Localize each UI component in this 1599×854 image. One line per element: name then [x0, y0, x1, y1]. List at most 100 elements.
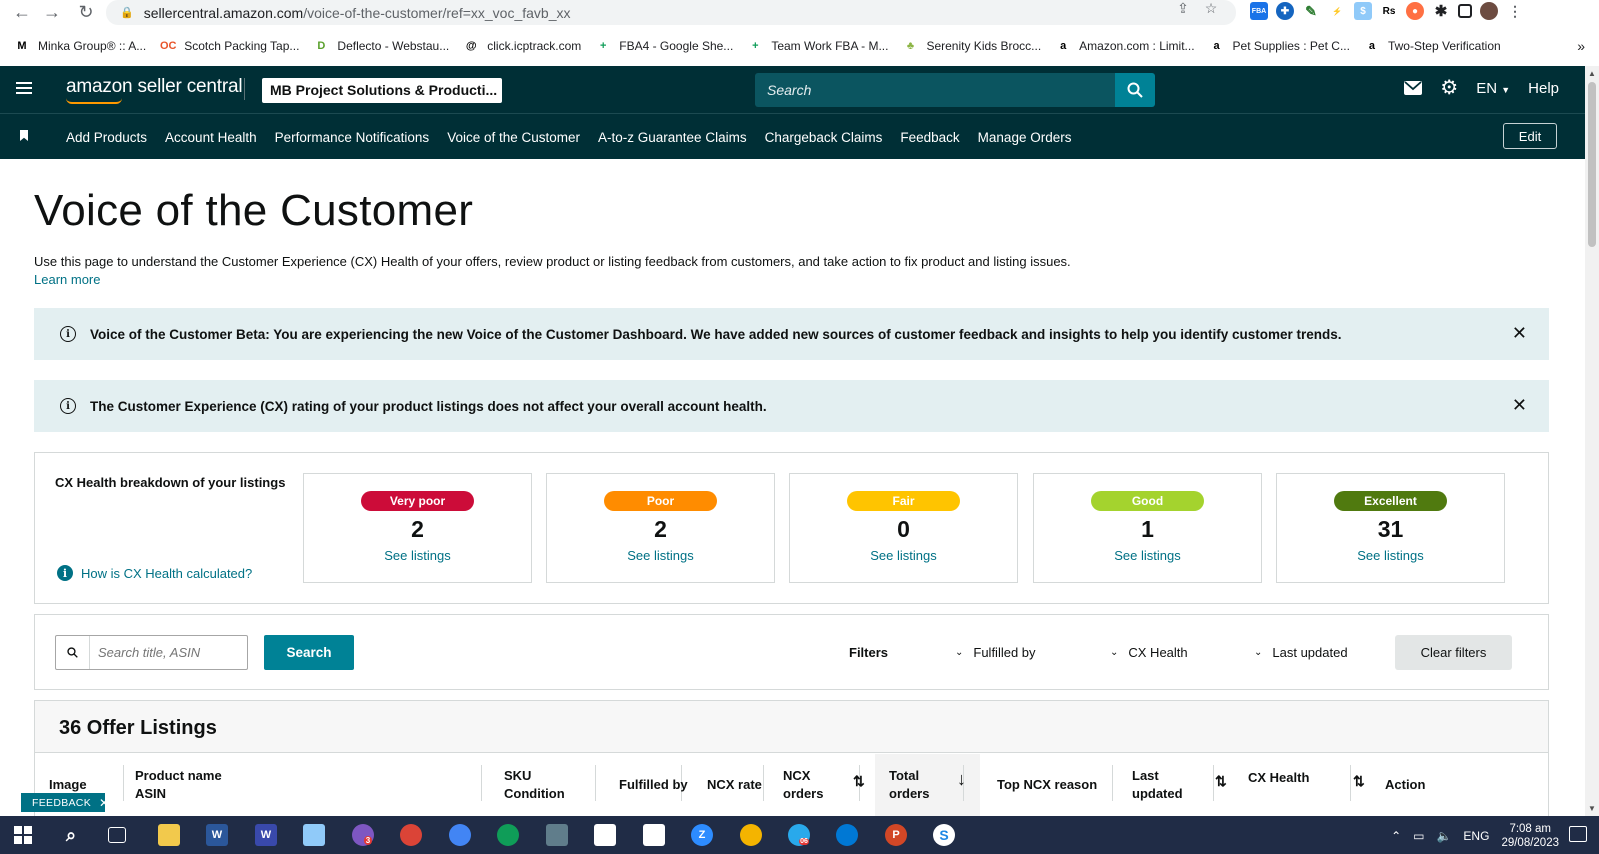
- column-header-action[interactable]: Action: [1385, 776, 1425, 794]
- language-indicator[interactable]: ENG: [1463, 829, 1489, 843]
- fulfilled-by-dropdown[interactable]: ⌄ Fulfilled by: [955, 645, 1036, 660]
- column-header-image[interactable]: Image: [49, 776, 87, 794]
- close-icon[interactable]: ✕: [1512, 323, 1527, 344]
- notes-icon[interactable]: [303, 824, 325, 846]
- mail-icon[interactable]: [1404, 81, 1423, 95]
- zoom-icon[interactable]: Z: [691, 824, 713, 846]
- help-link[interactable]: Help: [1528, 80, 1559, 97]
- back-icon[interactable]: ←: [8, 2, 36, 23]
- bookmark-item[interactable]: a Two-Step Verification: [1364, 38, 1501, 54]
- notifications-icon[interactable]: [1569, 826, 1587, 842]
- chevron-up-icon[interactable]: ⌃: [1391, 829, 1401, 843]
- edge-icon[interactable]: [836, 824, 858, 846]
- sort-icon[interactable]: ⇅: [1215, 773, 1227, 790]
- bookmark-item[interactable]: + FBA4 - Google She...: [595, 38, 733, 54]
- chart-app-icon[interactable]: [643, 824, 665, 846]
- share-icon[interactable]: ⇪: [1172, 0, 1194, 17]
- column-header-cx-health[interactable]: CX Health: [1248, 769, 1309, 787]
- sort-descending-icon[interactable]: ↓: [957, 769, 966, 790]
- file-explorer-icon[interactable]: [158, 824, 180, 846]
- reload-icon[interactable]: ↻: [72, 2, 100, 23]
- hamburger-menu-icon[interactable]: [16, 82, 32, 97]
- bookmark-item[interactable]: D Deflecto - Webstau...: [313, 38, 449, 54]
- language-selector[interactable]: EN ▼: [1476, 80, 1510, 97]
- volume-icon[interactable]: 🔈: [1436, 829, 1451, 843]
- scroll-up-icon[interactable]: ▲: [1588, 69, 1596, 78]
- bookmark-item[interactable]: @ click.icptrack.com: [463, 38, 581, 54]
- task-view-icon[interactable]: [108, 827, 126, 843]
- rs-extension-icon[interactable]: Rs: [1380, 2, 1398, 20]
- nav-item-feedback[interactable]: Feedback: [900, 130, 959, 145]
- column-header-top-ncx-reason[interactable]: Top NCX reason: [997, 776, 1097, 794]
- search-icon[interactable]: ⌕: [60, 824, 82, 846]
- bookmark-item[interactable]: + Team Work FBA - M...: [747, 38, 888, 54]
- see-listings-link[interactable]: See listings: [1277, 548, 1504, 563]
- column-header-total[interactable]: Total orders: [889, 767, 929, 803]
- see-listings-link[interactable]: See listings: [790, 548, 1017, 563]
- bookmark-icon[interactable]: [20, 130, 28, 141]
- network-icon[interactable]: ▭: [1413, 829, 1424, 843]
- clock[interactable]: 7:08 am 29/08/2023: [1501, 822, 1559, 850]
- powerpoint-icon[interactable]: P: [885, 824, 907, 846]
- learn-more-link[interactable]: Learn more: [34, 272, 100, 287]
- bookmark-item[interactable]: ♣ Serenity Kids Brocc...: [902, 38, 1041, 54]
- telegram-icon[interactable]: 06: [788, 824, 810, 846]
- clear-filters-button[interactable]: Clear filters: [1395, 635, 1512, 670]
- calculator-icon[interactable]: [546, 824, 568, 846]
- column-header-fulfilled-by[interactable]: Fulfilled by: [619, 776, 688, 794]
- chrome-icon[interactable]: [400, 824, 422, 846]
- last-updated-dropdown[interactable]: ⌄ Last updated: [1254, 645, 1348, 660]
- bookmark-item[interactable]: a Pet Supplies : Pet C...: [1209, 38, 1349, 54]
- menu-kebab-icon[interactable]: ⋮: [1506, 2, 1524, 20]
- nav-item-voice-of-the-customer[interactable]: Voice of the Customer: [447, 130, 580, 145]
- bookmark-item[interactable]: M Minka Group® :: A...: [14, 38, 146, 54]
- app-icon[interactable]: S: [933, 824, 955, 846]
- profile-avatar[interactable]: [1480, 2, 1498, 20]
- column-header-last[interactable]: Last updated: [1132, 767, 1183, 803]
- bookmark-item[interactable]: OC Scotch Packing Tap...: [160, 38, 299, 54]
- column-header-ncx[interactable]: NCX orders: [783, 767, 823, 803]
- page-scrollbar[interactable]: ▲ ▼: [1585, 66, 1599, 816]
- account-switcher[interactable]: MB Project Solutions & Producti...: [262, 78, 502, 103]
- edit-nav-button[interactable]: Edit: [1503, 123, 1557, 149]
- bookmark-item[interactable]: a Amazon.com : Limit...: [1055, 38, 1194, 54]
- close-icon[interactable]: ✕: [1512, 395, 1527, 416]
- close-icon[interactable]: ✕: [99, 796, 109, 810]
- extension-icon[interactable]: ●: [1406, 2, 1424, 20]
- scroll-thumb[interactable]: [1588, 82, 1596, 247]
- header-search-input[interactable]: Search: [755, 73, 1115, 107]
- see-listings-link[interactable]: See listings: [304, 548, 531, 563]
- forward-icon[interactable]: →: [38, 2, 66, 23]
- extension-icon[interactable]: ⚡: [1328, 2, 1346, 20]
- word-icon[interactable]: W: [206, 824, 228, 846]
- chart-app-icon[interactable]: [594, 824, 616, 846]
- puzzle-icon[interactable]: ✱: [1432, 2, 1450, 20]
- feedback-tab[interactable]: FEEDBACK ✕: [21, 793, 109, 812]
- gear-icon[interactable]: ⚙: [1440, 78, 1458, 98]
- see-listings-link[interactable]: See listings: [1034, 548, 1261, 563]
- cx-health-dropdown[interactable]: ⌄ CX Health: [1110, 645, 1188, 660]
- extension-icon[interactable]: ✚: [1276, 2, 1294, 20]
- column-header-sku[interactable]: SKU Condition: [504, 767, 565, 803]
- chrome-icon[interactable]: [497, 824, 519, 846]
- pen-extension-icon[interactable]: ✎: [1302, 2, 1320, 20]
- chrome-icon[interactable]: [740, 824, 762, 846]
- chrome-icon[interactable]: [449, 824, 471, 846]
- app-icon[interactable]: 3: [352, 824, 374, 846]
- bookmark-star-icon[interactable]: ☆: [1200, 0, 1222, 17]
- column-header-ncx-rate[interactable]: NCX rate: [707, 776, 762, 794]
- nav-item-chargeback-claims[interactable]: Chargeback Claims: [765, 130, 883, 145]
- amazon-seller-central-logo[interactable]: amazon seller central: [66, 76, 243, 104]
- app-icon[interactable]: W: [255, 824, 277, 846]
- extension-icon[interactable]: $: [1354, 2, 1372, 20]
- nav-item-manage-orders[interactable]: Manage Orders: [978, 130, 1072, 145]
- fba-extension-icon[interactable]: FBA: [1250, 2, 1268, 20]
- sidepanel-icon[interactable]: [1458, 4, 1472, 18]
- nav-item-performance-notifications[interactable]: Performance Notifications: [275, 130, 430, 145]
- listing-search-button[interactable]: Search: [264, 635, 354, 670]
- nav-item-account-health[interactable]: Account Health: [165, 130, 257, 145]
- cx-help-link[interactable]: i How is CX Health calculated?: [57, 565, 252, 581]
- sort-icon[interactable]: ⇅: [1353, 773, 1365, 790]
- bookmarks-overflow-icon[interactable]: »: [1577, 38, 1585, 54]
- nav-item-a-to-z-guarantee-claims[interactable]: A-to-z Guarantee Claims: [598, 130, 747, 145]
